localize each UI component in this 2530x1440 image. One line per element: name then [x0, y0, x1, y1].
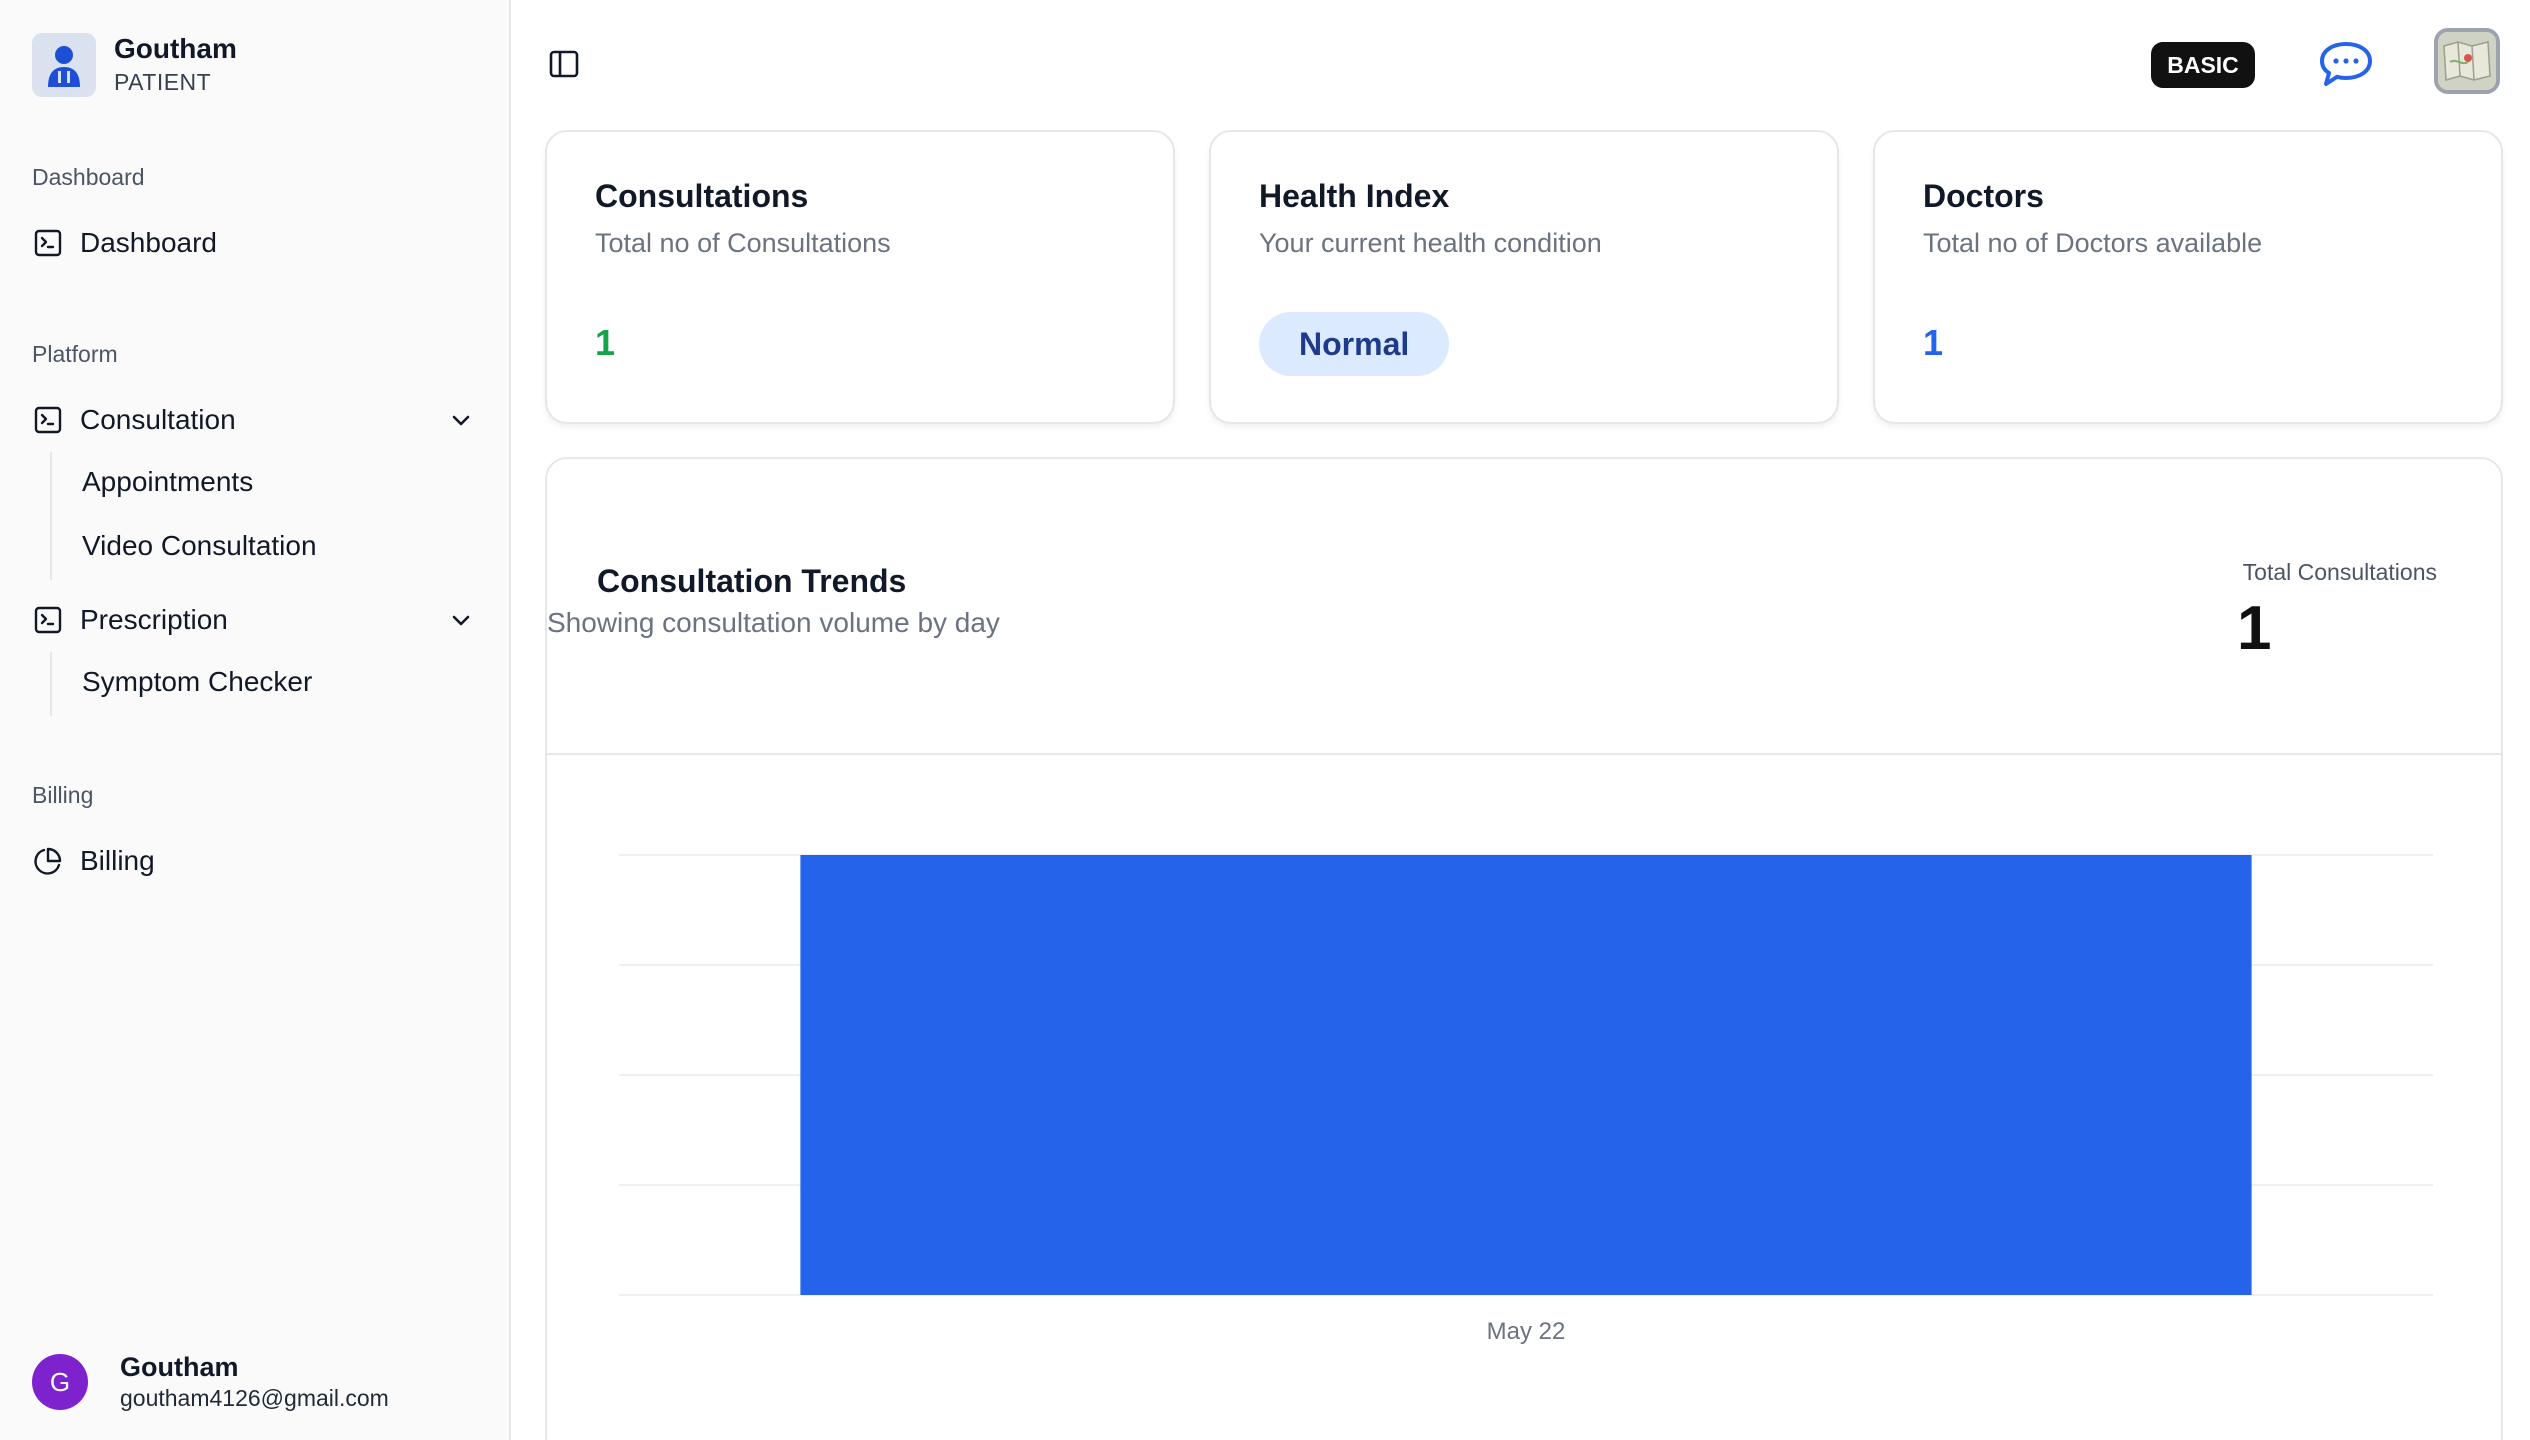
sidebar-item-label: Consultation [80, 404, 236, 435]
sidebar-item-dashboard[interactable]: Dashboard [32, 217, 477, 269]
sidebar-item-label: Billing [80, 845, 155, 876]
chart-bar[interactable] [800, 855, 2252, 1295]
panel-title: Consultation Trends [597, 563, 907, 599]
terminal-square-icon [32, 404, 64, 436]
avatar[interactable] [2434, 28, 2500, 94]
user-header[interactable]: Goutham PATIENT [32, 32, 237, 98]
sidebar-item-label: Dashboard [80, 227, 217, 258]
card-title: Health Index [1259, 178, 1450, 214]
sidebar-item-symptom-checker[interactable]: Symptom Checker [82, 656, 312, 708]
group-label-billing: Billing [32, 782, 94, 808]
card-subtitle: Your current health condition [1259, 228, 1602, 258]
doctors-count: 1 [1923, 322, 1944, 363]
card-title: Doctors [1923, 178, 2044, 214]
card-subtitle: Total no of Doctors available [1923, 228, 2263, 258]
consultation-trends-panel: Consultation Trends Showing consultation… [545, 457, 2503, 1440]
card-subtitle: Total no of Consultations [595, 228, 891, 258]
consultation-trends-chart: May 22 [619, 854, 2433, 1345]
doctors-card: Doctors Total no of Doctors available 1 [1873, 130, 2503, 424]
sidebar-toggle-icon[interactable] [548, 48, 580, 80]
consultations-card: Consultations Total no of Consultations … [545, 130, 1175, 424]
footer-user-name: Goutham [120, 1352, 239, 1382]
plan-badge: BASIC [2151, 42, 2255, 88]
panel-subtitle: Showing consultation volume by day [547, 607, 1000, 638]
pie-chart-icon [32, 845, 64, 877]
user-name: Goutham [114, 33, 237, 64]
sidebar-item-consultation[interactable]: Consultation [32, 394, 477, 446]
avatar: G [32, 1354, 88, 1410]
group-label-platform: Platform [32, 341, 118, 367]
sidebar-item-label: Prescription [80, 604, 228, 635]
sidebar-item-video-consultation[interactable]: Video Consultation [82, 520, 317, 572]
chart-x-tick-label: May 22 [1487, 1318, 1566, 1345]
chat-icon[interactable] [2318, 38, 2374, 90]
footer-user-email: goutham4126@gmail.com [120, 1385, 389, 1411]
terminal-square-icon [32, 604, 64, 636]
total-consultations-label: Total Consultations [2242, 559, 2437, 585]
chevron-down-icon[interactable] [445, 404, 477, 436]
sidebar-item-appointments[interactable]: Appointments [82, 456, 253, 508]
patient-avatar-icon [32, 33, 96, 97]
sidebar-item-prescription[interactable]: Prescription [32, 594, 477, 646]
group-label-dashboard: Dashboard [32, 164, 145, 190]
sidebar: Goutham PATIENT Dashboard Dashboard Plat… [0, 0, 511, 1440]
user-footer[interactable]: G Goutham goutham4126@gmail.com [32, 1351, 389, 1413]
health-status-badge: Normal [1259, 312, 1450, 376]
submenu-rail [50, 652, 52, 716]
user-role: PATIENT [114, 69, 212, 95]
terminal-square-icon [32, 227, 64, 259]
sidebar-item-billing[interactable]: Billing [32, 835, 477, 887]
card-title: Consultations [595, 178, 809, 214]
chevron-down-icon[interactable] [445, 604, 477, 636]
submenu-rail [50, 452, 52, 580]
total-consultations-value: 1 [2237, 594, 2272, 663]
consultations-count: 1 [595, 322, 616, 363]
health-index-card: Health Index Your current health conditi… [1209, 130, 1839, 424]
